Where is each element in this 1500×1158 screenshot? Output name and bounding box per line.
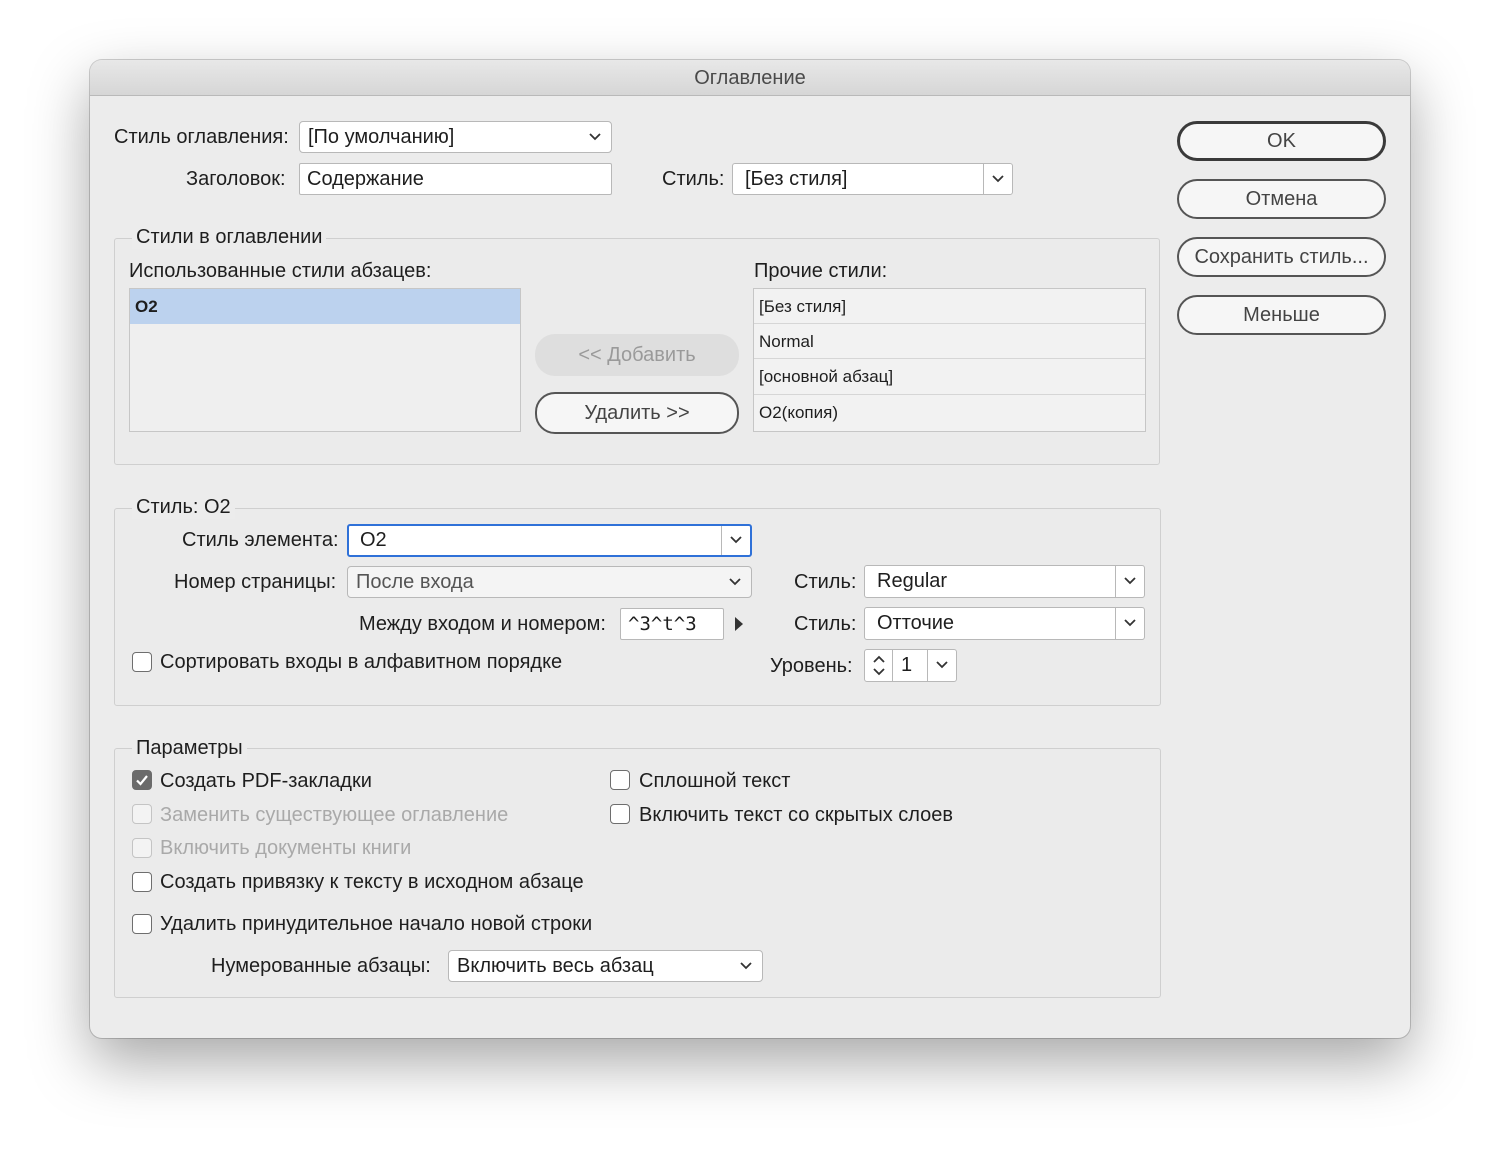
anchor-checkbox[interactable] xyxy=(132,872,152,892)
toc-style-label: Стиль оглавления: xyxy=(114,126,289,148)
other-styles-label: Прочие стили: xyxy=(754,260,888,282)
other-style-item[interactable]: O2(копия) xyxy=(754,395,1145,431)
checkmark-icon xyxy=(136,775,148,786)
level-label: Уровень: xyxy=(770,655,853,677)
between-style-label: Стиль: xyxy=(794,613,857,635)
stepper-arrows-icon xyxy=(873,655,885,676)
run-in-label: Сплошной текст xyxy=(639,770,791,792)
hidden-layers-label: Включить текст со скрытых слоев xyxy=(639,804,954,826)
toc-dialog: Оглавление Стиль оглавления: [По умолчан… xyxy=(90,60,1410,1038)
page-number-style-value: Regular xyxy=(877,570,948,592)
cancel-button[interactable]: Отмена xyxy=(1177,179,1386,219)
add-button[interactable]: << Добавить xyxy=(535,334,739,376)
replace-toc-label: Заменить существующее оглавление xyxy=(160,804,509,826)
chevron-down-icon xyxy=(1124,619,1136,627)
between-style-dropdown-button[interactable] xyxy=(1115,608,1144,639)
page-number-label: Номер страницы: xyxy=(174,571,337,593)
between-style-combo[interactable]: Отточие xyxy=(864,607,1145,640)
numbered-paragraphs-label: Нумерованные абзацы: xyxy=(211,955,431,977)
chevron-down-icon xyxy=(730,536,742,544)
entry-style-combo[interactable]: O2 xyxy=(347,524,752,557)
sort-alphabetical-checkbox[interactable] xyxy=(132,652,152,672)
used-styles-label: Использованные стили абзацев: xyxy=(129,260,432,282)
level-stepper[interactable]: 1 xyxy=(864,649,957,682)
chevron-down-icon xyxy=(992,175,1004,183)
other-style-item[interactable]: [Без стиля] xyxy=(754,289,1145,324)
numbered-paragraphs-popup[interactable]: Включить весь абзац xyxy=(448,950,763,982)
entry-style-dropdown-button[interactable] xyxy=(721,526,750,555)
remove-button[interactable]: Удалить >> xyxy=(535,392,739,434)
toc-style-popup[interactable]: [По умолчанию] xyxy=(299,121,612,153)
triangle-right-icon[interactable] xyxy=(733,615,745,633)
chevron-down-icon xyxy=(740,962,752,970)
other-style-item[interactable]: [основной абзац] xyxy=(754,359,1145,395)
run-in-checkbox[interactable] xyxy=(610,770,630,790)
pdf-bookmarks-label: Создать PDF-закладки xyxy=(160,770,372,792)
heading-label: Заголовок: xyxy=(186,168,286,190)
chevron-down-icon xyxy=(936,661,948,669)
chevron-down-icon xyxy=(1124,577,1136,585)
page-number-popup[interactable]: После входа xyxy=(347,566,752,598)
page-number-style-combo[interactable]: Regular xyxy=(864,565,1145,598)
include-book-label: Включить документы книги xyxy=(160,837,412,859)
other-styles-list[interactable]: [Без стиля] Normal [основной абзац] O2(к… xyxy=(753,288,1146,432)
level-stepper-arrows[interactable] xyxy=(865,650,893,681)
entry-style-value: O2 xyxy=(360,529,387,551)
heading-style-dropdown-button[interactable] xyxy=(983,164,1012,194)
heading-style-value: [Без стиля] xyxy=(745,168,848,190)
entry-style-label: Стиль элемента: xyxy=(182,529,339,551)
remove-breaks-checkbox[interactable] xyxy=(132,914,152,934)
chevron-down-icon xyxy=(589,133,601,141)
save-style-button[interactable]: Сохранить стиль... xyxy=(1177,237,1386,277)
styles-in-toc-legend: Стили в оглавлении xyxy=(132,225,327,249)
numbered-paragraphs-value: Включить весь абзац xyxy=(457,955,654,977)
level-value: 1 xyxy=(901,654,913,676)
entry-style-legend: Стиль: O2 xyxy=(132,495,235,519)
page-number-value: После входа xyxy=(356,571,474,593)
used-styles-list[interactable]: O2 xyxy=(129,288,521,432)
between-style-value: Отточие xyxy=(877,612,955,634)
toc-style-value: [По умолчанию] xyxy=(308,126,455,148)
hidden-layers-checkbox[interactable] xyxy=(610,804,630,824)
replace-toc-checkbox[interactable] xyxy=(132,804,152,824)
other-style-item[interactable]: Normal xyxy=(754,324,1145,359)
heading-input[interactable]: Содержание xyxy=(299,163,612,195)
options-legend: Параметры xyxy=(132,736,247,760)
level-dropdown-button[interactable] xyxy=(927,650,956,681)
used-style-item[interactable]: O2 xyxy=(130,289,520,324)
less-button[interactable]: Меньше xyxy=(1177,295,1386,335)
remove-breaks-label: Удалить принудительное начало новой стро… xyxy=(160,913,593,935)
sort-alphabetical-label: Сортировать входы в алфавитном порядке xyxy=(160,651,563,673)
include-book-checkbox[interactable] xyxy=(132,838,152,858)
heading-style-label: Стиль: xyxy=(662,168,725,190)
page-number-style-label: Стиль: xyxy=(794,571,857,593)
heading-style-combo[interactable]: [Без стиля] xyxy=(732,163,1013,195)
between-entry-label: Между входом и номером: xyxy=(359,613,606,635)
page-number-style-dropdown-button[interactable] xyxy=(1115,566,1144,597)
pdf-bookmarks-checkbox[interactable] xyxy=(132,770,152,790)
ok-button[interactable]: OK xyxy=(1177,121,1386,161)
anchor-label: Создать привязку к тексту в исходном абз… xyxy=(160,871,584,893)
chevron-down-icon xyxy=(729,578,741,586)
dialog-title: Оглавление xyxy=(90,60,1410,96)
between-entry-input[interactable]: ^3^t^3 xyxy=(620,608,724,640)
